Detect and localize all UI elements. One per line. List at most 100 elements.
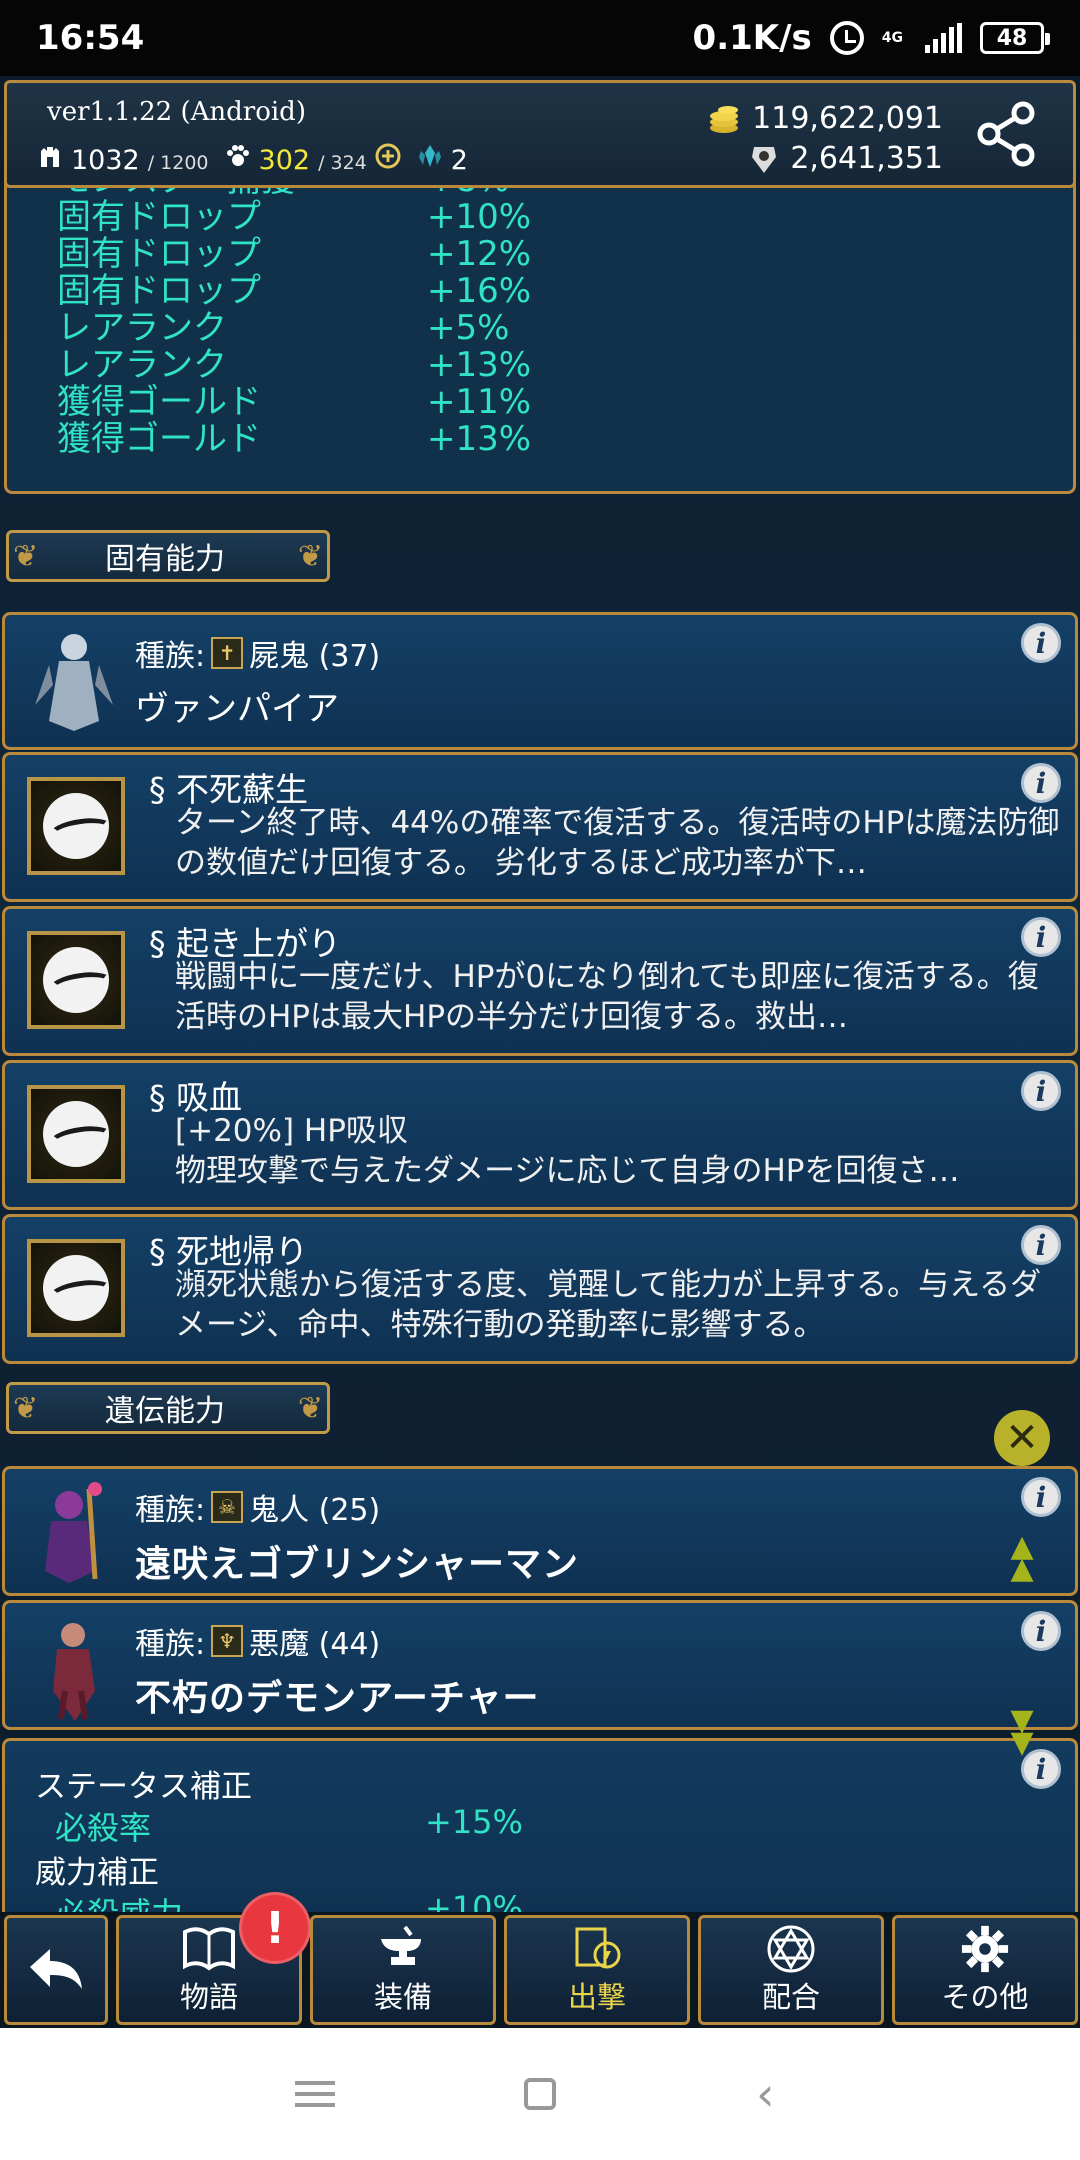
info-icon[interactable]: i bbox=[1021, 1225, 1061, 1265]
skill-card[interactable]: § 起き上がり 戦闘中に一度だけ、HPが0になり倒れても即座に復活する。復活時の… bbox=[2, 906, 1078, 1056]
bonus-value: +11% bbox=[427, 382, 532, 422]
stat1-value: 1032 bbox=[71, 145, 140, 176]
power-correction-heading: 威力補正 bbox=[35, 1855, 159, 1891]
info-icon[interactable]: i bbox=[1021, 1477, 1061, 1517]
race-label: 種族: bbox=[135, 1627, 206, 1662]
gold-value: 119,622,091 bbox=[752, 101, 943, 136]
notification-badge: ! bbox=[239, 1892, 311, 1964]
bonus-row: 獲得ゴールド +11% bbox=[57, 384, 1073, 421]
top-header: ver1.1.22 (Android) 1032 / 1200 302 / 32… bbox=[4, 80, 1076, 188]
bonus-value: +10% bbox=[427, 197, 532, 237]
status-correction-card: ステータス補正 必殺率 +15% 威力補正 必殺威力 +10% i bbox=[2, 1738, 1078, 1938]
nav-fusion-label: 配合 bbox=[761, 1980, 820, 2014]
bonus-row: 固有ドロップ +16% bbox=[57, 273, 1073, 310]
bonus-name: 獲得ゴールド bbox=[57, 382, 261, 422]
signal-icon bbox=[925, 23, 962, 53]
nav-story-button[interactable]: 物語 ! bbox=[116, 1892, 311, 2025]
section-inherited-ability: 遺伝能力 bbox=[6, 1382, 330, 1434]
info-icon[interactable]: i bbox=[1021, 917, 1061, 957]
nav-fusion-button[interactable]: 配合 bbox=[698, 1915, 884, 2025]
bottom-nav: 物語 ! 装備 出撃 配合 その他 bbox=[0, 1892, 1080, 2028]
skill-description: [+20%] HP吸収 物理攻撃で与えたダメージに応じて自身のHPを回復さ… bbox=[175, 1113, 960, 1189]
nav-other-button[interactable]: その他 bbox=[892, 1915, 1078, 2025]
bonus-name: 固有ドロップ bbox=[57, 197, 261, 237]
network-type: 4G bbox=[881, 30, 903, 46]
race-card[interactable]: 種族: ✝ 屍鬼 (37) ヴァンパイア i bbox=[2, 612, 1078, 750]
nav-other-label: その他 bbox=[941, 1980, 1029, 2014]
race-label: 種族: bbox=[135, 1493, 206, 1528]
version-label: ver1.1.22 (Android) bbox=[47, 97, 306, 127]
system-nav-bar: ‹ bbox=[0, 2028, 1080, 2160]
bonus-list-panel: モンスター捕獲 +8% 固有ドロップ +10% 固有ドロップ +12% 固有ドロップ +16%… bbox=[4, 176, 1076, 494]
inherited-card[interactable]: 種族: ♆ 悪魔 (44) 不朽のデモンアーチャー i bbox=[2, 1600, 1078, 1730]
bonus-row: 固有ドロップ +10% bbox=[57, 199, 1073, 236]
status-icons: 0.1K/s 4G 48 bbox=[692, 18, 1050, 58]
skill-card[interactable]: § 不死蘇生 ターン終了時、44%の確率で復活する。復活時のHPは魔法防御の数値… bbox=[2, 752, 1078, 902]
crystal-icon bbox=[418, 145, 441, 167]
bonus-row: レアランク +5% bbox=[57, 310, 1073, 347]
battery-icon: 48 bbox=[980, 22, 1050, 54]
skill-symbol-icon bbox=[27, 1085, 125, 1183]
race-label: 種族: bbox=[135, 639, 206, 674]
bonus-name: 固有ドロップ bbox=[57, 234, 261, 274]
clock: 16:54 bbox=[36, 18, 145, 58]
bonus-row: 獲得ゴールド +13% bbox=[57, 421, 1073, 458]
status-correction-heading: ステータス補正 bbox=[35, 1769, 252, 1805]
game-screen: モンスター捕獲 +8% 固有ドロップ +10% 固有ドロップ +12% 固有ドロップ +16%… bbox=[0, 76, 1080, 2028]
scroll-down-icon[interactable]: ▼ ▼ bbox=[1002, 1706, 1042, 1758]
section-innate-ability: 固有能力 bbox=[6, 530, 330, 582]
race-value: 鬼人 (25) bbox=[249, 1493, 381, 1528]
undead-race-icon: ✝ bbox=[211, 637, 244, 669]
bonus-value: +13% bbox=[427, 345, 532, 385]
gear-icon bbox=[961, 1925, 1009, 1973]
castle-icon bbox=[41, 147, 59, 167]
skill-description: ターン終了時、44%の確率で復活する。復活時のHPは魔法防御の数値だけ回復する。… bbox=[175, 805, 1060, 881]
skill-description: 瀕死状態から復活する度、覚醒して能力が上昇する。与えるダメージ、命中、特殊行動の… bbox=[175, 1267, 1042, 1343]
system-back-icon[interactable]: ‹ bbox=[745, 2071, 785, 2117]
nav-sortie-button[interactable]: 出撃 bbox=[504, 1915, 690, 2025]
section-inherited-label: 遺伝能力 bbox=[105, 1394, 225, 1429]
bonus-list: モンスター捕獲 +8% 固有ドロップ +10% 固有ドロップ +12% 固有ドロップ +16%… bbox=[57, 176, 1073, 458]
bonus-value: +16% bbox=[427, 271, 532, 311]
home-icon[interactable] bbox=[523, 2078, 556, 2110]
hexagram-icon bbox=[767, 1925, 815, 1973]
stat1-max: / 1200 bbox=[147, 152, 209, 174]
inherited-card[interactable]: 種族: ☠ 鬼人 (25) 遠吠えゴブリンシャーマン i bbox=[2, 1466, 1078, 1596]
share-icon[interactable] bbox=[971, 99, 1041, 169]
vampire-portrait bbox=[35, 634, 113, 731]
resource-stats: 1032 / 1200 302 / 324 2 bbox=[37, 143, 468, 176]
race-value: 悪魔 (44) bbox=[249, 1627, 381, 1662]
net-speed: 0.1K/s bbox=[692, 18, 812, 58]
info-icon[interactable]: i bbox=[1021, 763, 1061, 803]
menu-icon[interactable] bbox=[294, 2074, 335, 2114]
monster-name: 遠吠えゴブリンシャーマン bbox=[135, 1544, 580, 1585]
bonus-name: レアランク bbox=[57, 308, 227, 348]
skill-symbol-icon bbox=[27, 931, 125, 1029]
skill-card[interactable]: § 吸血 [+20%] HP吸収 物理攻撃で与えたダメージに応じて自身のHPを回… bbox=[2, 1060, 1078, 1210]
info-icon[interactable]: i bbox=[1021, 1611, 1061, 1651]
monster-name: 不朽のデモンアーチャー bbox=[135, 1678, 540, 1719]
race-line: 種族: ♆ 悪魔 (44) bbox=[135, 1619, 380, 1663]
close-icon[interactable]: ✕ bbox=[994, 1410, 1050, 1466]
gold-coins-icon bbox=[710, 105, 739, 133]
nav-equip-label: 装備 bbox=[373, 1980, 432, 2014]
bonus-value: +5% bbox=[427, 308, 510, 348]
scroll-up-icon[interactable]: ▲ ▲ bbox=[1002, 1532, 1042, 1584]
bonus-name: 獲得ゴールド bbox=[57, 419, 261, 459]
race-value: 屍鬼 (37) bbox=[249, 639, 381, 674]
nav-equip-button[interactable]: 装備 bbox=[310, 1915, 496, 2025]
back-button[interactable] bbox=[4, 1915, 108, 2025]
bonus-value: +12% bbox=[427, 234, 532, 274]
shield-gem-icon bbox=[752, 146, 777, 173]
info-icon[interactable]: i bbox=[1021, 1071, 1061, 1111]
skill-symbol-icon bbox=[27, 777, 125, 875]
info-icon[interactable]: i bbox=[1021, 623, 1061, 663]
demon-archer-portrait bbox=[53, 1623, 95, 1721]
bonus-row: 固有ドロップ +12% bbox=[57, 236, 1073, 273]
gold-counter: 119,622,091 bbox=[706, 101, 943, 136]
gem-value: 2,641,351 bbox=[790, 141, 943, 176]
race-line: 種族: ☠ 鬼人 (25) bbox=[135, 1485, 380, 1529]
plus-circle-icon[interactable] bbox=[375, 143, 401, 169]
skill-card[interactable]: § 死地帰り 瀕死状態から復活する度、覚醒して能力が上昇する。与えるダメージ、命… bbox=[2, 1214, 1078, 1364]
bonus-value: +13% bbox=[427, 419, 532, 459]
